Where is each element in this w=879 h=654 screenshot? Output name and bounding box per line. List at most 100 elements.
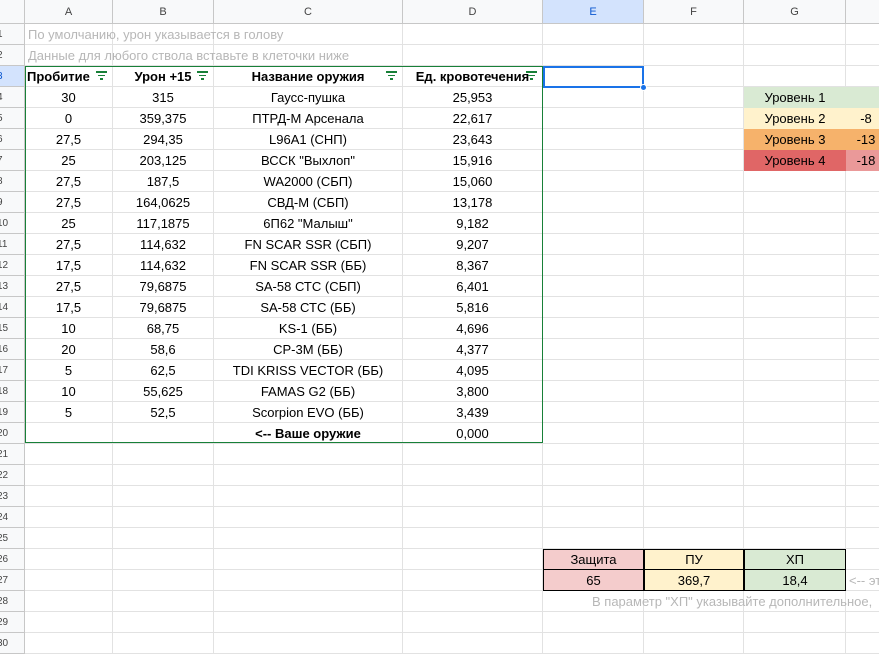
grid-cell[interactable]	[744, 612, 846, 633]
grid-cell[interactable]	[543, 234, 644, 255]
grid-cell[interactable]	[113, 486, 214, 507]
filter-icon[interactable]	[386, 71, 397, 81]
grid-cell[interactable]	[543, 318, 644, 339]
grid-cell[interactable]	[644, 108, 744, 129]
grid-cell[interactable]	[744, 381, 846, 402]
grid-cell[interactable]	[744, 444, 846, 465]
grid-cell[interactable]	[644, 66, 744, 87]
grid-cell[interactable]	[113, 549, 214, 570]
grid-cell[interactable]	[846, 318, 879, 339]
grid-cell[interactable]	[644, 45, 744, 66]
row-header-3[interactable]: 3	[0, 66, 25, 87]
table-cell[interactable]: 58,6	[113, 339, 214, 360]
grid-cell[interactable]	[543, 465, 644, 486]
grid-cell[interactable]	[846, 528, 879, 549]
grid-cell[interactable]	[214, 486, 403, 507]
grid-cell[interactable]	[744, 234, 846, 255]
grid-cell[interactable]	[214, 633, 403, 654]
grid-cell[interactable]	[644, 150, 744, 171]
grid-cell[interactable]	[846, 255, 879, 276]
row-header-28[interactable]: 28	[0, 591, 25, 612]
grid-cell[interactable]	[644, 486, 744, 507]
grid-cell[interactable]	[644, 24, 744, 45]
table-cell[interactable]: 315	[113, 87, 214, 108]
grid-cell[interactable]	[846, 339, 879, 360]
row-header-30[interactable]: 30	[0, 633, 25, 654]
row-header-29[interactable]: 29	[0, 612, 25, 633]
table-cell[interactable]: 25	[25, 150, 113, 171]
row-header-25[interactable]: 25	[0, 528, 25, 549]
table-cell[interactable]: 27,5	[25, 171, 113, 192]
grid-cell[interactable]	[846, 486, 879, 507]
table-cell[interactable]: 55,625	[113, 381, 214, 402]
grid-cell[interactable]	[403, 528, 543, 549]
grid-cell[interactable]	[846, 192, 879, 213]
grid-cell[interactable]	[214, 612, 403, 633]
row-header-20[interactable]: 20	[0, 423, 25, 444]
row-header-22[interactable]: 22	[0, 465, 25, 486]
grid-cell[interactable]	[644, 192, 744, 213]
table-cell[interactable]: 5	[25, 360, 113, 381]
table-cell[interactable]: 27,5	[25, 276, 113, 297]
select-all-corner[interactable]	[0, 0, 25, 24]
table-cell[interactable]: 10	[25, 381, 113, 402]
filter-icon[interactable]	[197, 71, 208, 81]
grid-cell[interactable]	[846, 360, 879, 381]
grid-cell[interactable]	[744, 339, 846, 360]
column-header-d[interactable]: D	[403, 0, 543, 24]
table-cell[interactable]: 5	[25, 402, 113, 423]
table-cell[interactable]: 294,35	[113, 129, 214, 150]
grid-cell[interactable]	[214, 528, 403, 549]
selected-cell-e3[interactable]	[543, 66, 644, 88]
grid-cell[interactable]	[744, 633, 846, 654]
table-cell[interactable]: 6П62 "Малыш"	[214, 213, 403, 234]
row-header-19[interactable]: 19	[0, 402, 25, 423]
grid-cell[interactable]	[403, 612, 543, 633]
table-cell[interactable]: 20	[25, 339, 113, 360]
table-cell[interactable]: 4,696	[403, 318, 543, 339]
row-header-13[interactable]: 13	[0, 276, 25, 297]
grid-cell[interactable]	[846, 171, 879, 192]
grid-cell[interactable]	[744, 318, 846, 339]
grid-cell[interactable]	[113, 612, 214, 633]
grid-cell[interactable]	[644, 612, 744, 633]
row-header-8[interactable]: 8	[0, 171, 25, 192]
grid-cell[interactable]	[543, 171, 644, 192]
row-header-21[interactable]: 21	[0, 444, 25, 465]
grid-cell[interactable]	[403, 570, 543, 591]
table-cell[interactable]: 8,367	[403, 255, 543, 276]
table-cell[interactable]: FAMAS G2 (ББ)	[214, 381, 403, 402]
grid-cell[interactable]	[644, 528, 744, 549]
grid-cell[interactable]	[846, 45, 879, 66]
grid-cell[interactable]	[543, 108, 644, 129]
table-cell[interactable]: FN SCAR SSR (ББ)	[214, 255, 403, 276]
grid-cell[interactable]	[543, 213, 644, 234]
table-cell[interactable]: ВССК "Выхлоп"	[214, 150, 403, 171]
column-header-b[interactable]: B	[113, 0, 214, 24]
grid-cell[interactable]	[846, 234, 879, 255]
column-header-a[interactable]: A	[25, 0, 113, 24]
row-header-15[interactable]: 15	[0, 318, 25, 339]
row-header-17[interactable]: 17	[0, 360, 25, 381]
grid-cell[interactable]	[644, 276, 744, 297]
table-cell[interactable]	[113, 423, 214, 444]
grid-cell[interactable]	[214, 549, 403, 570]
table-cell[interactable]: FN SCAR SSR (СБП)	[214, 234, 403, 255]
row-header-26[interactable]: 26	[0, 549, 25, 570]
grid-cell[interactable]	[25, 528, 113, 549]
table-cell[interactable]: 114,632	[113, 255, 214, 276]
row-header-18[interactable]: 18	[0, 381, 25, 402]
grid-cell[interactable]	[846, 444, 879, 465]
grid-cell[interactable]	[543, 381, 644, 402]
grid-cell[interactable]	[403, 591, 543, 612]
grid-cell[interactable]	[403, 24, 543, 45]
grid-cell[interactable]	[744, 486, 846, 507]
filter-icon[interactable]	[96, 71, 107, 81]
grid-cell[interactable]	[644, 633, 744, 654]
grid-cell[interactable]	[543, 339, 644, 360]
table-cell[interactable]: 3,439	[403, 402, 543, 423]
grid-cell[interactable]	[846, 297, 879, 318]
grid-cell[interactable]	[543, 423, 644, 444]
grid-cell[interactable]	[403, 549, 543, 570]
table-cell[interactable]: 6,401	[403, 276, 543, 297]
